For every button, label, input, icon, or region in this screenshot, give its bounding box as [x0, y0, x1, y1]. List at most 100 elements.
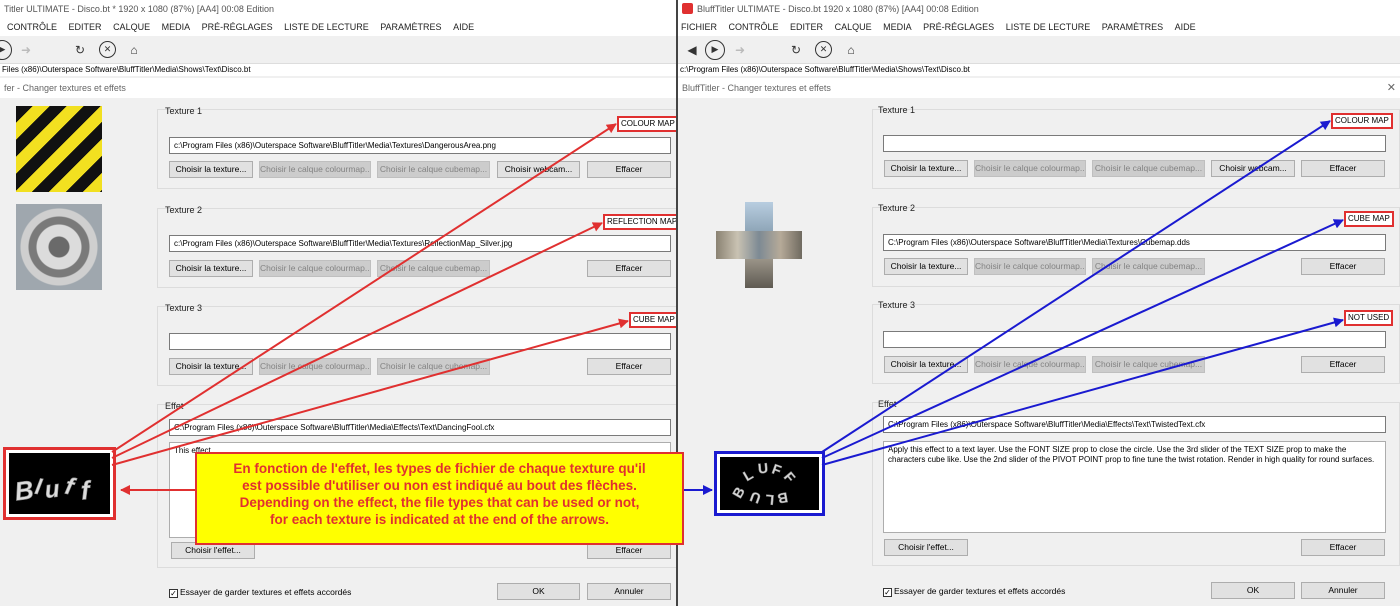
- menu-item-parametres[interactable]: PARAMÈTRES: [1102, 18, 1163, 36]
- refresh-icon[interactable]: ↻: [70, 40, 90, 60]
- twisted-bluff-text-render: B L U F F B L U: [729, 459, 799, 508]
- svg-text:B: B: [776, 489, 789, 507]
- choose-cubemap1-button[interactable]: Choisir le calque cubemap...: [1092, 160, 1205, 177]
- left-window-title: Titler ULTIMATE - Disco.bt * 1920 x 1080…: [4, 4, 274, 14]
- choose-colourmap2-button[interactable]: Choisir le calque colourmap...: [259, 260, 371, 277]
- forward-icon[interactable]: ➜: [16, 40, 36, 60]
- texture1-label: Texture 1: [878, 105, 916, 115]
- clear-effect-button[interactable]: Effacer: [1301, 539, 1385, 556]
- refresh-icon[interactable]: ↻: [786, 40, 806, 60]
- cancel-button[interactable]: Annuler: [1301, 582, 1385, 599]
- cancel-button[interactable]: Annuler: [587, 583, 671, 600]
- close-icon[interactable]: ✕: [1387, 78, 1396, 98]
- menu-item-liste-de-lecture[interactable]: LISTE DE LECTURE: [1006, 18, 1091, 36]
- menu-item-calque[interactable]: CALQUE: [113, 18, 150, 36]
- texture3-path-field[interactable]: [883, 331, 1386, 348]
- choose-texture2-button[interactable]: Choisir la texture...: [169, 260, 253, 277]
- callout-line-4: for each texture is indicated at the end…: [269, 512, 610, 527]
- choose-colourmap3-button[interactable]: Choisir le calque colourmap...: [259, 358, 371, 375]
- left-dialog-title: fer - Changer textures et effets: [0, 78, 676, 98]
- choose-colourmap2-button[interactable]: Choisir le calque colourmap...: [974, 258, 1086, 275]
- svg-text:f: f: [63, 473, 78, 501]
- forward-icon[interactable]: ➜: [730, 40, 750, 60]
- svg-text:f: f: [80, 475, 93, 506]
- clear-texture1-button[interactable]: Effacer: [1301, 160, 1385, 177]
- menu-item-pre-reglages[interactable]: PRÉ-RÉGLAGES: [923, 18, 994, 36]
- effect-label: Effet: [878, 399, 897, 409]
- choose-texture1-button[interactable]: Choisir la texture...: [169, 161, 253, 178]
- stop-icon[interactable]: ✕: [99, 41, 116, 58]
- choose-colourmap1-button[interactable]: Choisir le calque colourmap...: [259, 161, 371, 178]
- svg-text:U: U: [757, 460, 768, 477]
- choose-cubemap2-button[interactable]: Choisir le calque cubemap...: [1092, 258, 1205, 275]
- choose-texture3-button[interactable]: Choisir la texture...: [169, 358, 253, 375]
- play-icon[interactable]: ▶: [705, 40, 725, 60]
- choose-webcam-button[interactable]: Choisir webcam...: [497, 161, 580, 178]
- texture1-path-field[interactable]: c:\Program Files (x86)\Outerspace Softwa…: [169, 137, 671, 154]
- choose-webcam-button[interactable]: Choisir webcam...: [1211, 160, 1295, 177]
- choose-cubemap2-button[interactable]: Choisir le calque cubemap...: [377, 260, 490, 277]
- menu-item-media[interactable]: MEDIA: [883, 18, 912, 36]
- texture3-label: Texture 3: [878, 300, 916, 310]
- menu-item-fichier[interactable]: FICHIER: [681, 18, 717, 36]
- effect-path-field[interactable]: C:\Program Files (x86)\Outerspace Softwa…: [883, 416, 1386, 433]
- svg-text:B: B: [729, 484, 748, 501]
- choose-colourmap1-button[interactable]: Choisir le calque colourmap...: [974, 160, 1086, 177]
- menu-item-editer[interactable]: EDITER: [790, 18, 823, 36]
- clear-texture3-button[interactable]: Effacer: [587, 358, 671, 375]
- checkbox-checked-icon[interactable]: ✓: [883, 588, 892, 597]
- tag-colour-map: COLOUR MAP: [617, 116, 676, 132]
- home-icon[interactable]: ⌂: [841, 40, 861, 60]
- clear-texture3-button[interactable]: Effacer: [1301, 356, 1385, 373]
- menu-item-parametres[interactable]: PARAMÈTRES: [380, 18, 441, 36]
- choose-cubemap1-button[interactable]: Choisir le calque cubemap...: [377, 161, 490, 178]
- menu-item-controle[interactable]: CONTRÔLE: [7, 18, 57, 36]
- choose-colourmap3-button[interactable]: Choisir le calque colourmap...: [974, 356, 1086, 373]
- checkbox-checked-icon[interactable]: ✓: [169, 589, 178, 598]
- keep-matched-checkbox[interactable]: ✓ Essayer de garder textures et effets ac…: [883, 586, 1065, 597]
- choose-cubemap3-button[interactable]: Choisir le calque cubemap...: [377, 358, 490, 375]
- menu-item-aide[interactable]: AIDE: [1175, 18, 1196, 36]
- callout-line-1: En fonction de l'effet, les types de fic…: [233, 461, 646, 476]
- keep-matched-checkbox[interactable]: ✓ Essayer de garder textures et effets ac…: [169, 587, 351, 598]
- clear-texture2-button[interactable]: Effacer: [587, 260, 671, 277]
- svg-text:F: F: [770, 460, 784, 478]
- home-icon[interactable]: ⌂: [124, 40, 144, 60]
- menu-item-calque[interactable]: CALQUE: [835, 18, 872, 36]
- menu-item-aide[interactable]: AIDE: [453, 18, 474, 36]
- blufftitler-app-icon: [682, 3, 693, 14]
- menu-item-controle[interactable]: CONTRÔLE: [729, 18, 779, 36]
- callout-line-2: est possible d'utiliser ou non est indiq…: [242, 478, 637, 493]
- back-icon[interactable]: ◀: [682, 40, 702, 60]
- texture1-path-field[interactable]: [883, 135, 1386, 152]
- tag-colour-map: COLOUR MAP: [1331, 113, 1393, 129]
- choose-cubemap3-button[interactable]: Choisir le calque cubemap...: [1092, 356, 1205, 373]
- right-menu-bar: FICHIER CONTRÔLE EDITER CALQUE MEDIA PRÉ…: [678, 18, 1400, 36]
- play-icon[interactable]: ▶: [0, 40, 12, 60]
- texture2-path-field[interactable]: C:\Program Files (x86)\Outerspace Softwa…: [883, 234, 1386, 251]
- right-dialog-title: BluffTitler - Changer textures et effets: [678, 78, 1400, 98]
- effect-path-field[interactable]: C:\Program Files (x86)\Outerspace Softwa…: [169, 419, 671, 436]
- clear-texture1-button[interactable]: Effacer: [587, 161, 671, 178]
- menu-item-editer[interactable]: EDITER: [69, 18, 102, 36]
- texture1-label: Texture 1: [165, 106, 203, 116]
- texture3-path-field[interactable]: [169, 333, 671, 350]
- ok-button[interactable]: OK: [497, 583, 580, 600]
- texture2-label: Texture 2: [165, 205, 203, 215]
- choose-texture2-button[interactable]: Choisir la texture...: [884, 258, 968, 275]
- choose-texture1-button[interactable]: Choisir la texture...: [884, 160, 968, 177]
- clear-texture2-button[interactable]: Effacer: [1301, 258, 1385, 275]
- dancing-fool-effect-thumbnail: B l u f f: [3, 447, 116, 520]
- right-path-bar: c:\Program Files (x86)\Outerspace Softwa…: [678, 64, 1400, 76]
- choose-effect-button[interactable]: Choisir l'effet...: [884, 539, 968, 556]
- menu-item-liste-de-lecture[interactable]: LISTE DE LECTURE: [284, 18, 369, 36]
- svg-text:F: F: [781, 469, 799, 486]
- menu-item-media[interactable]: MEDIA: [162, 18, 191, 36]
- menu-item-pre-reglages[interactable]: PRÉ-RÉGLAGES: [202, 18, 273, 36]
- right-title-bar: BluffTitler ULTIMATE - Disco.bt 1920 x 1…: [678, 0, 1400, 18]
- choose-texture3-button[interactable]: Choisir la texture...: [884, 356, 968, 373]
- ok-button[interactable]: OK: [1211, 582, 1295, 599]
- texture2-path-field[interactable]: c:\Program Files (x86)\Outerspace Softwa…: [169, 235, 671, 252]
- stop-icon[interactable]: ✕: [815, 41, 832, 58]
- texture3-label: Texture 3: [165, 303, 203, 313]
